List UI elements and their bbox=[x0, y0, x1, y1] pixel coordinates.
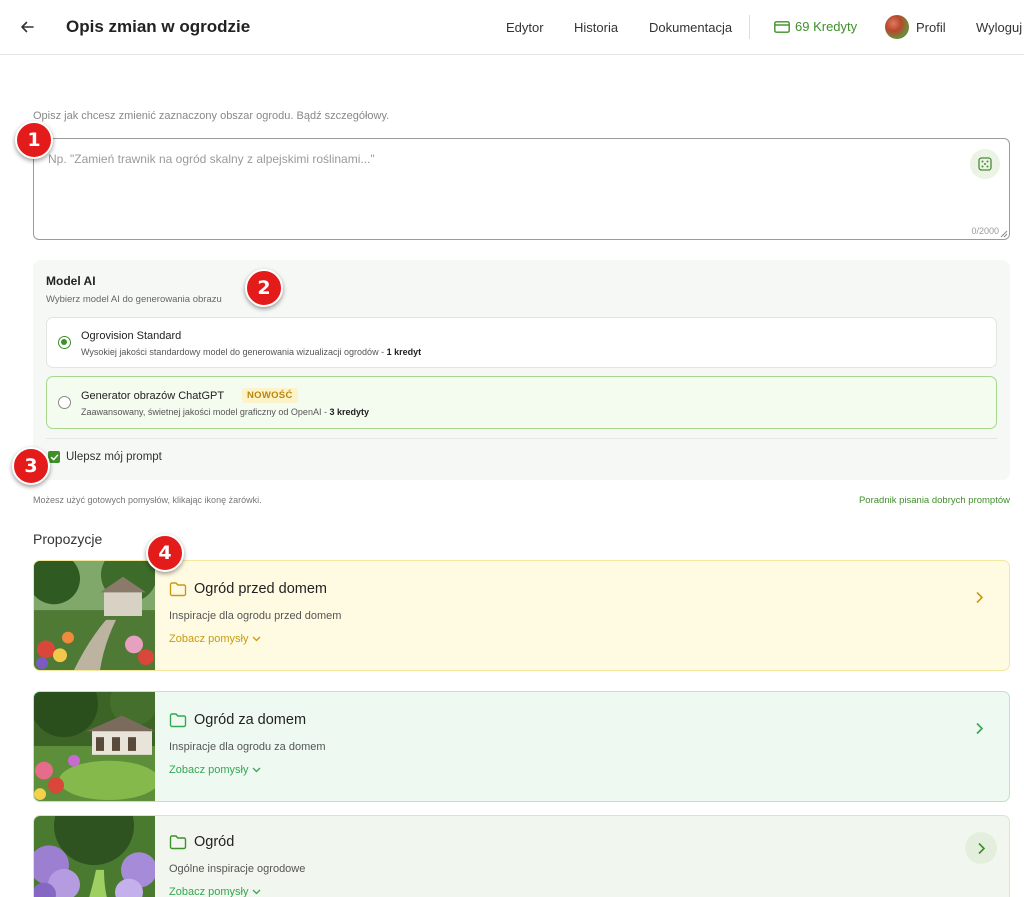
credits-link[interactable]: 69 Kredyty bbox=[774, 19, 857, 34]
card-title: Ogród bbox=[194, 834, 235, 850]
chevron-down-icon bbox=[253, 767, 261, 773]
card-description: Inspiracje dla ogrodu przed domem bbox=[169, 610, 342, 622]
profile-link[interactable]: Profil bbox=[885, 15, 946, 39]
annotation-marker-1: 1 bbox=[15, 121, 53, 159]
model-option-cost: 3 kredyty bbox=[329, 407, 369, 417]
check-icon bbox=[50, 454, 58, 460]
folder-icon bbox=[169, 713, 187, 728]
front-garden-image bbox=[34, 561, 155, 670]
credits-label: 69 Kredyty bbox=[795, 19, 858, 34]
nav-documentation[interactable]: Dokumentacja bbox=[649, 20, 732, 35]
nav-editor[interactable]: Edytor bbox=[506, 20, 544, 35]
annotation-marker-3: 3 bbox=[12, 447, 50, 485]
see-ideas-link[interactable]: Zobacz pomysły bbox=[169, 886, 261, 897]
model-title: Model AI bbox=[46, 274, 96, 288]
see-ideas-label: Zobacz pomysły bbox=[169, 764, 249, 776]
description-field-wrapper: 0/2000 bbox=[33, 138, 1010, 240]
enhance-prompt-checkbox[interactable] bbox=[48, 451, 60, 463]
top-bar: Opis zmian w ogrodzie Edytor Historia Do… bbox=[0, 0, 1024, 55]
back-button[interactable] bbox=[14, 14, 40, 40]
proposal-card-garden[interactable]: Ogród Ogólne inspiracje ogrodowe Zobacz … bbox=[33, 815, 1010, 897]
open-card-button[interactable] bbox=[963, 712, 995, 744]
proposal-card-backyard[interactable]: Ogród za domem Inspiracje dla ogrodu za … bbox=[33, 691, 1010, 802]
garden-image bbox=[34, 816, 155, 897]
prompt-guide-link[interactable]: Poradnik pisania dobrych promptów bbox=[859, 495, 1010, 506]
divider bbox=[46, 438, 997, 439]
avatar bbox=[885, 15, 909, 39]
description-instruction: Opisz jak chcesz zmienić zaznaczony obsz… bbox=[33, 110, 390, 122]
card-description: Inspiracje dla ogrodu za domem bbox=[169, 741, 326, 753]
model-option-name: Generator obrazów ChatGPT bbox=[81, 390, 225, 402]
page-title: Opis zmian w ogrodzie bbox=[66, 17, 251, 36]
nav-history[interactable]: Historia bbox=[574, 20, 618, 35]
model-option-name: Ogrovision Standard bbox=[81, 330, 182, 342]
see-ideas-link[interactable]: Zobacz pomysły bbox=[169, 764, 261, 776]
logout-link[interactable]: Wyloguj bbox=[976, 20, 1022, 35]
model-option-desc: Wysokiej jakości standardowy model do ge… bbox=[81, 347, 422, 357]
chevron-down-icon bbox=[253, 636, 261, 642]
folder-icon bbox=[169, 582, 187, 597]
nav-divider bbox=[749, 15, 750, 39]
chevron-down-icon bbox=[253, 889, 261, 895]
see-ideas-label: Zobacz pomysły bbox=[169, 633, 249, 645]
open-card-button[interactable] bbox=[963, 581, 995, 613]
chevron-right-icon bbox=[975, 591, 983, 603]
card-title: Ogród za domem bbox=[194, 712, 307, 728]
radio-selected[interactable] bbox=[58, 336, 71, 349]
model-option-chatgpt[interactable]: Generator obrazów ChatGPT NOWOŚĆ Zaawans… bbox=[46, 376, 997, 429]
annotation-marker-2: 2 bbox=[245, 269, 283, 307]
credit-card-icon bbox=[774, 20, 790, 33]
see-ideas-label: Zobacz pomysły bbox=[169, 886, 249, 897]
card-title: Ogród przed domem bbox=[194, 581, 327, 597]
open-card-button[interactable] bbox=[965, 832, 997, 864]
backyard-image bbox=[34, 692, 155, 801]
random-idea-button[interactable] bbox=[970, 149, 1000, 179]
description-textarea[interactable] bbox=[34, 139, 1009, 239]
radio-unselected[interactable] bbox=[58, 396, 71, 409]
chevron-right-icon bbox=[977, 842, 985, 854]
model-option-cost: 1 kredyt bbox=[386, 347, 422, 357]
profile-label: Profil bbox=[916, 19, 946, 35]
model-option-desc: Zaawansowany, świetnej jakości model gra… bbox=[81, 407, 369, 417]
hint-text: Możesz użyć gotowych pomysłów, klikając … bbox=[33, 495, 262, 505]
dice-icon bbox=[978, 157, 992, 171]
resize-grip-icon[interactable] bbox=[1000, 230, 1008, 238]
char-counter: 0/2000 bbox=[971, 226, 999, 236]
model-panel: Model AI Wybierz model AI do generowania… bbox=[33, 260, 1010, 480]
folder-icon bbox=[169, 835, 187, 850]
card-description: Ogólne inspiracje ogrodowe bbox=[169, 863, 306, 875]
proposal-card-front-garden[interactable]: Ogród przed domem Inspiracje dla ogrodu … bbox=[33, 560, 1010, 671]
enhance-prompt-label[interactable]: Ulepsz mój prompt bbox=[66, 451, 162, 463]
see-ideas-link[interactable]: Zobacz pomysły bbox=[169, 633, 261, 645]
model-option-standard[interactable]: Ogrovision Standard Wysokiej jakości sta… bbox=[46, 317, 997, 368]
new-badge: NOWOŚĆ bbox=[242, 388, 298, 403]
proposals-title: Propozycje bbox=[33, 531, 103, 547]
annotation-marker-4: 4 bbox=[146, 534, 184, 572]
model-subtitle: Wybierz model AI do generowania obrazu bbox=[46, 294, 222, 305]
arrow-left-icon bbox=[21, 21, 34, 33]
chevron-right-icon bbox=[975, 722, 983, 734]
